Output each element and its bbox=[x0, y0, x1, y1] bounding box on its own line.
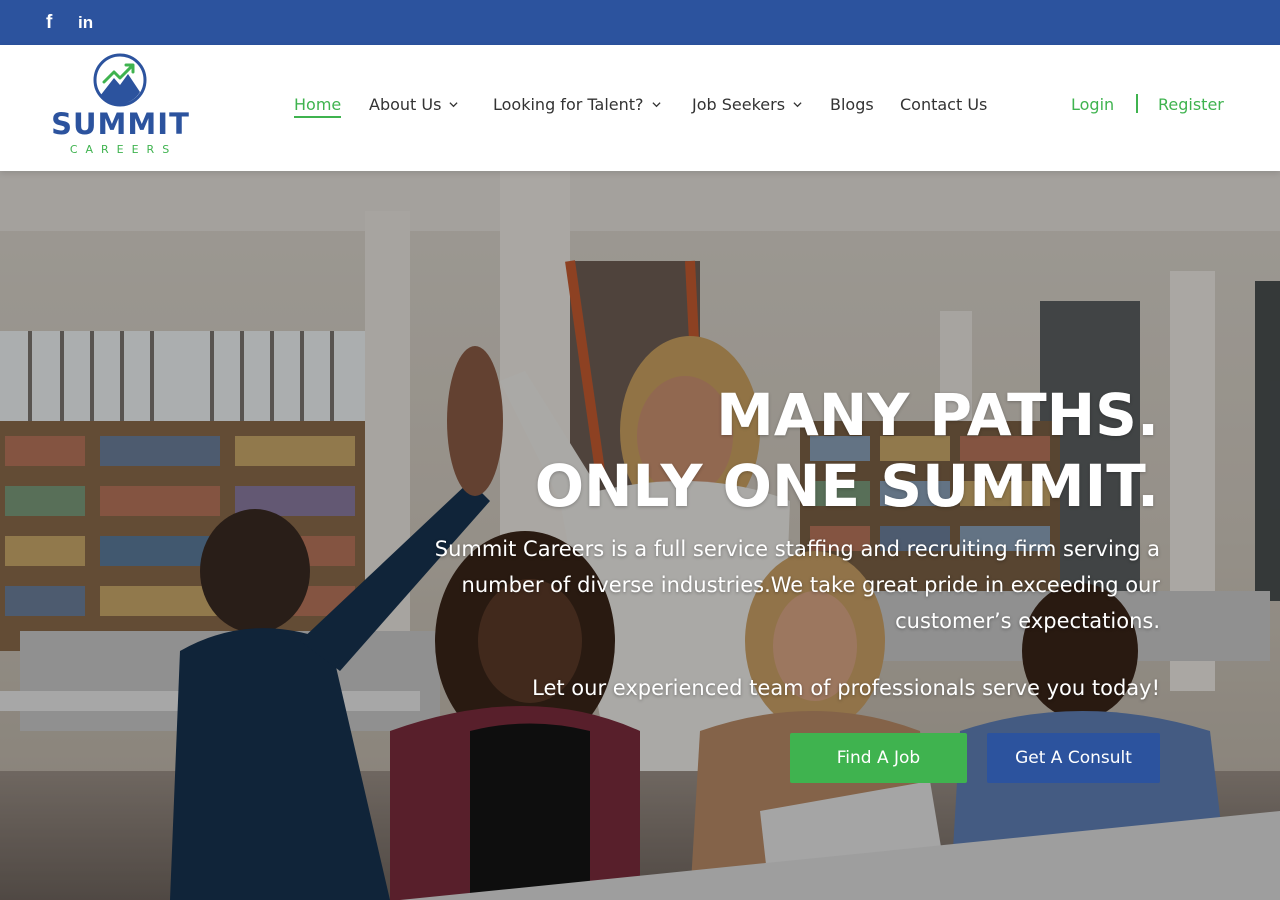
hero-headline-line-1: MANY PATHS. bbox=[716, 381, 1159, 449]
hero-description: Summit Careers is a full service staffin… bbox=[434, 537, 1160, 633]
site-header: SUMMIT CAREERS Home About Us Looking for… bbox=[0, 45, 1280, 171]
linkedin-icon[interactable]: in bbox=[78, 0, 93, 45]
nav-item-label: Blogs bbox=[830, 94, 874, 114]
nav-item-label: Job Seekers bbox=[692, 94, 786, 114]
nav-item-label: About Us bbox=[369, 94, 442, 114]
chevron-down-icon bbox=[793, 101, 802, 107]
logo-wordmark: SUMMIT bbox=[51, 107, 190, 141]
chevron-down-icon bbox=[651, 101, 661, 107]
site-logo[interactable]: SUMMIT CAREERS bbox=[48, 52, 193, 157]
nav-item-home[interactable]: Home bbox=[294, 45, 342, 163]
nav-item-job-seekers[interactable]: Job Seekers bbox=[692, 45, 802, 163]
logo-tagline: CAREERS bbox=[69, 143, 178, 156]
nav-item-contact-us[interactable]: Contact Us bbox=[900, 45, 987, 163]
nav-item-label: Home bbox=[294, 94, 342, 114]
nav-item-label: Looking for Talent? bbox=[493, 94, 644, 114]
get-a-consult-label: Get A Consult bbox=[1015, 748, 1132, 768]
auth-divider bbox=[1136, 94, 1138, 113]
top-social-bar: f in bbox=[0, 0, 1280, 45]
nav-item-blogs[interactable]: Blogs bbox=[830, 45, 874, 163]
nav-item-label: Contact Us bbox=[900, 94, 988, 114]
active-underline bbox=[294, 116, 342, 118]
hero-headline-line-2: ONLY ONE SUMMIT. bbox=[534, 452, 1159, 520]
nav-item-looking-for-talent[interactable]: Looking for Talent? bbox=[493, 45, 661, 163]
mountain-logo-icon bbox=[93, 53, 147, 107]
chevron-down-icon bbox=[449, 101, 459, 107]
register-label: Register bbox=[1158, 94, 1224, 114]
hero-call-to-action-text: Let our experienced team of professional… bbox=[532, 676, 1160, 700]
hero-section: MANY PATHS. ONLY ONE SUMMIT. Summit Care… bbox=[0, 171, 1280, 900]
login-label: Login bbox=[1071, 94, 1115, 114]
login-link[interactable]: Login bbox=[1071, 45, 1114, 163]
get-a-consult-button[interactable]: Get A Consult bbox=[987, 733, 1160, 783]
register-link[interactable]: Register bbox=[1158, 45, 1224, 163]
find-a-job-label: Find A Job bbox=[836, 748, 921, 768]
find-a-job-button[interactable]: Find A Job bbox=[790, 733, 967, 783]
nav-item-about-us[interactable]: About Us bbox=[369, 45, 459, 163]
facebook-icon[interactable]: f bbox=[46, 0, 52, 45]
